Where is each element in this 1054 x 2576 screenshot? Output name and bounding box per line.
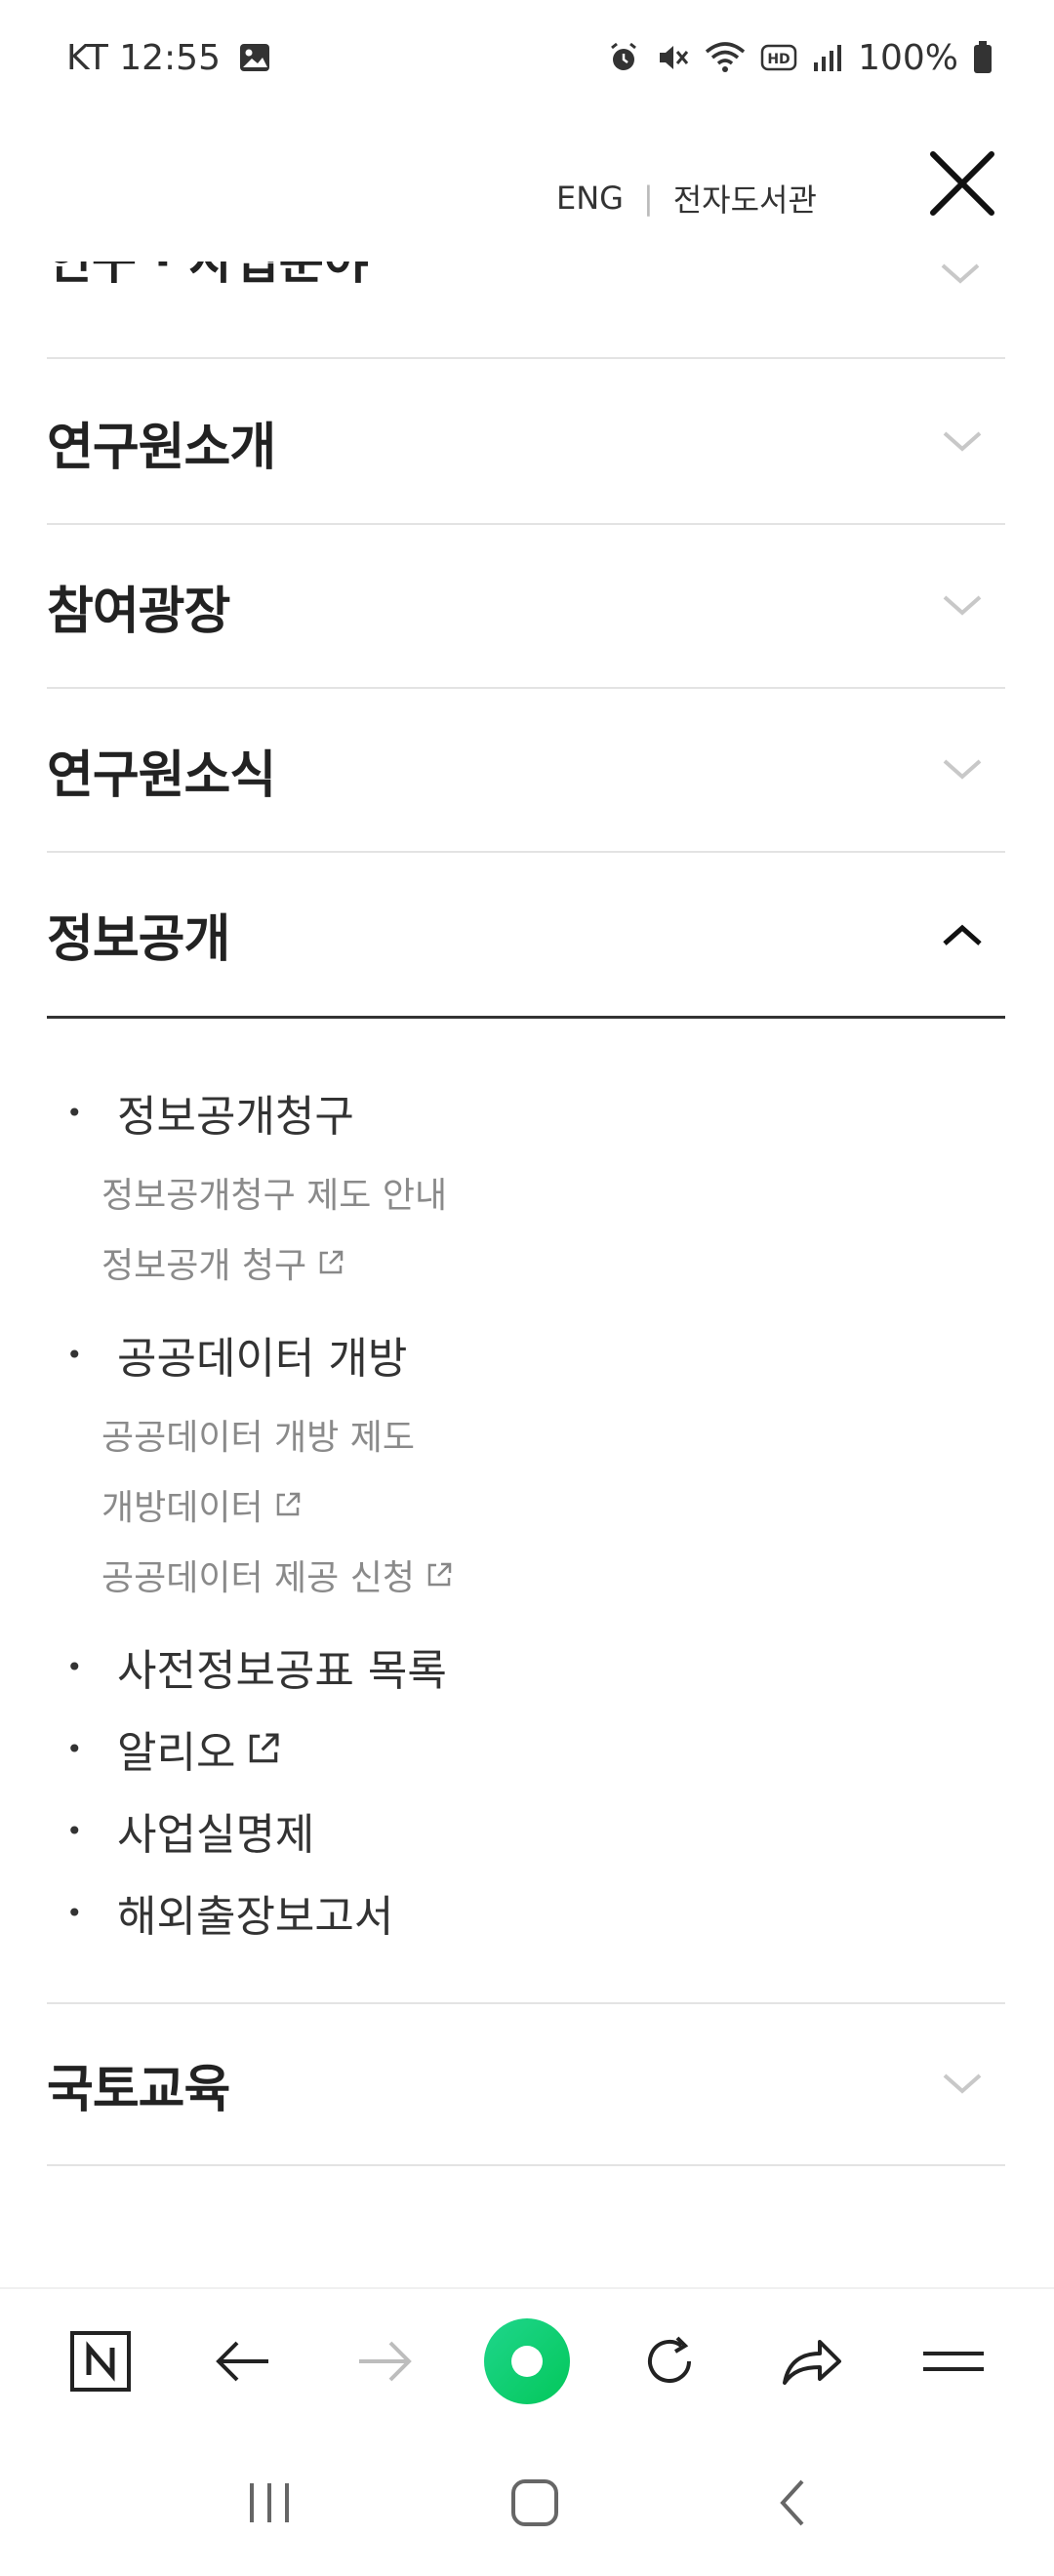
mute-icon: [655, 40, 690, 75]
submenu-item-pre-disclosure[interactable]: • 사전정보공표 목록: [66, 1635, 447, 1698]
carrier-time: KT 12:55: [66, 37, 221, 78]
bullet: •: [66, 1650, 83, 1683]
submenu-item-alio[interactable]: • 알리오: [66, 1717, 282, 1780]
menu-item-label: 참여광장: [47, 582, 230, 641]
home-icon: [511, 2479, 558, 2526]
system-nav-bar: [0, 2434, 1054, 2576]
chevron-down-icon: [933, 741, 992, 799]
bullet: •: [66, 1732, 83, 1765]
header-separator: |: [642, 180, 654, 217]
submenu-item-label: 사전정보공표 목록: [117, 1646, 447, 1696]
chevron-down-icon: [933, 2055, 992, 2113]
signal-icon: [811, 41, 844, 74]
eng-link[interactable]: ENG: [556, 180, 624, 217]
submenu-link-label: 정보공개청구 제도 안내: [101, 1176, 448, 1216]
bullet: •: [66, 1814, 83, 1847]
menu-item-disclosure[interactable]: 정보공개: [47, 853, 1005, 1019]
submenu-link-label: 공공데이터 제공 신청: [101, 1558, 415, 1598]
external-link-icon: [273, 1490, 303, 1519]
browser-toolbar: [0, 2287, 1054, 2434]
arrow-left-icon: [215, 2341, 268, 2382]
submenu-item-label: 공공데이터 개방: [117, 1334, 408, 1384]
submenu-item-info-request[interactable]: • 정보공개청구: [66, 1081, 354, 1144]
image-icon: [238, 41, 271, 74]
submenu-item-project-name[interactable]: • 사업실명제: [66, 1799, 314, 1862]
library-link[interactable]: 전자도서관: [673, 176, 817, 221]
chevron-down-icon: [933, 577, 992, 635]
menu-item-participation[interactable]: 참여광장: [47, 525, 1005, 689]
submenu-item-label: 해외출장보고서: [117, 1892, 394, 1942]
browser-menu-button[interactable]: [910, 2317, 997, 2405]
submenu-item-label: 알리오: [117, 1728, 236, 1778]
naver-n-icon: [69, 2331, 131, 2392]
external-link-icon: [316, 1248, 345, 1277]
submenu-link-open-data[interactable]: 개방데이터: [101, 1479, 303, 1530]
recent-apps-icon: [250, 2483, 289, 2522]
menu-item-news[interactable]: 연구원소식: [47, 689, 1005, 853]
share-button[interactable]: [767, 2317, 855, 2405]
hamburger-icon: [923, 2352, 985, 2371]
back-chevron-icon: [780, 2479, 804, 2526]
forward-button[interactable]: [341, 2317, 428, 2405]
submenu-link-data-request[interactable]: 공공데이터 제공 신청: [101, 1550, 454, 1600]
refresh-icon: [647, 2336, 691, 2383]
menu-item-label: 국토교육: [47, 2060, 230, 2119]
system-back-button[interactable]: [773, 2475, 812, 2534]
wifi-icon: [704, 40, 747, 75]
external-link-icon: [425, 1560, 454, 1590]
menu-item-about[interactable]: 연구원소개: [47, 361, 1005, 525]
submenu-item-label: 사업실명제: [117, 1810, 315, 1860]
close-icon: [930, 151, 994, 216]
chevron-down-icon: [939, 260, 982, 293]
naver-home-button[interactable]: [57, 2317, 144, 2405]
submenu-link-label: 공공데이터 개방 제도: [101, 1418, 415, 1458]
arrow-right-icon: [359, 2341, 413, 2382]
divider: [47, 357, 1005, 359]
status-bar: KT 12:55 HD 100%: [0, 0, 1054, 115]
submenu-link-open-data-policy[interactable]: 공공데이터 개방 제도: [101, 1409, 415, 1460]
submenu-link-label: 개방데이터: [101, 1488, 264, 1528]
submenu-item-label: 정보공개청구: [117, 1092, 354, 1142]
submenu-item-travel-report[interactable]: • 해외출장보고서: [66, 1881, 393, 1944]
svg-text:HD: HD: [767, 52, 790, 67]
green-dot-button[interactable]: [483, 2317, 571, 2405]
menu-item-education[interactable]: 국토교육: [47, 2002, 1005, 2166]
bullet: •: [66, 1896, 83, 1929]
bullet: •: [66, 1096, 83, 1129]
share-arrow-icon: [783, 2340, 842, 2385]
chevron-down-icon: [933, 413, 992, 471]
external-link-icon: [245, 1730, 282, 1767]
home-button[interactable]: [507, 2475, 562, 2534]
green-dot-icon: [483, 2318, 570, 2404]
menu-item-label: 연구원소식: [47, 745, 276, 805]
battery-icon: [972, 40, 993, 75]
close-menu-button[interactable]: [923, 144, 1001, 222]
alarm-icon: [606, 40, 641, 75]
refresh-button[interactable]: [626, 2317, 713, 2405]
submenu-link-request[interactable]: 정보공개 청구: [101, 1237, 345, 1288]
menu-item-label: 연구원소개: [47, 418, 276, 477]
submenu-link-label: 정보공개 청구: [101, 1246, 307, 1286]
hd-icon: HD: [760, 43, 797, 72]
submenu-item-open-data[interactable]: • 공공데이터 개방: [66, 1323, 407, 1386]
menu-header-overlay: ENG | 전자도서관: [0, 115, 1054, 262]
back-button[interactable]: [199, 2317, 287, 2405]
submenu-link-request-guide[interactable]: 정보공개청구 제도 안내: [101, 1167, 447, 1218]
chevron-up-icon: [933, 906, 992, 964]
bullet: •: [66, 1338, 83, 1371]
menu-item-label: 정보공개: [47, 910, 230, 969]
recent-apps-button[interactable]: [242, 2478, 297, 2531]
battery-percent: 100%: [858, 37, 958, 78]
